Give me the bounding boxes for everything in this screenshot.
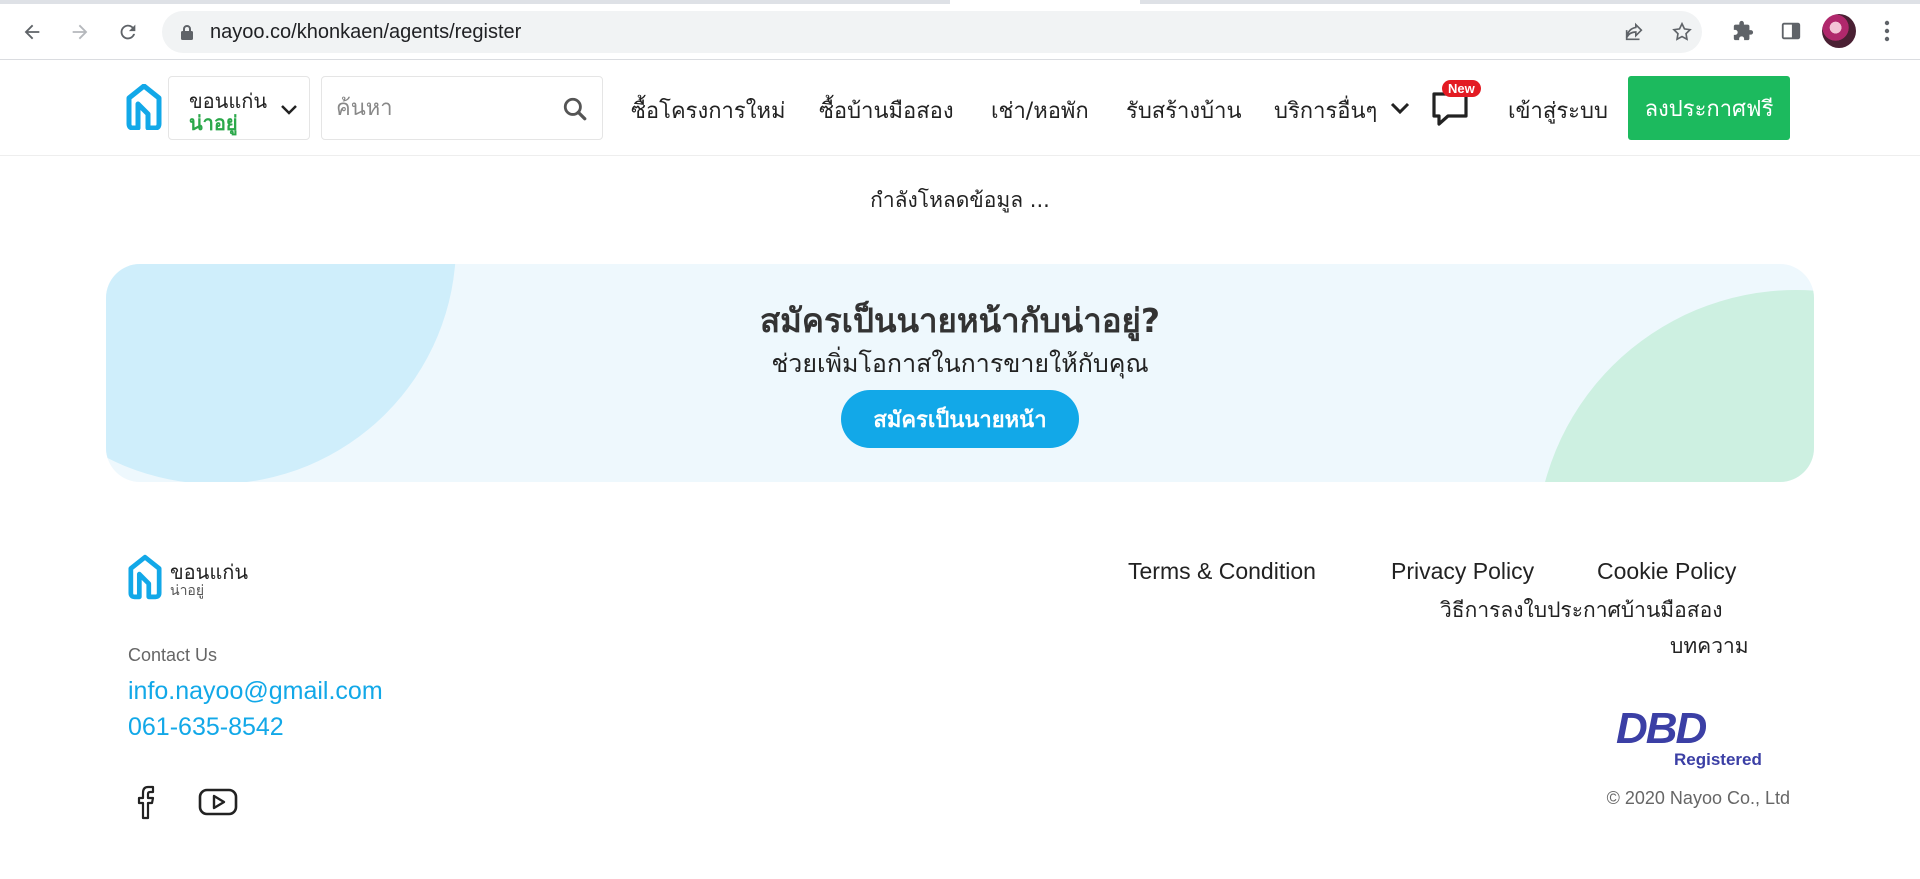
- search-icon[interactable]: [562, 96, 588, 122]
- reload-icon[interactable]: [110, 14, 146, 50]
- extensions-icon[interactable]: [1726, 14, 1760, 48]
- dbd-mark: DBD: [1616, 704, 1707, 753]
- nav-build-house[interactable]: รับสร้างบ้าน: [1126, 93, 1241, 128]
- banner-subtitle: ช่วยเพิ่มโอกาสในการขายให้กับคุณ: [771, 349, 1149, 378]
- nav-rent[interactable]: เช่า/หอพัก: [991, 93, 1089, 128]
- bookmark-star-icon[interactable]: [1664, 11, 1700, 53]
- articles-link[interactable]: บทความ: [1670, 630, 1749, 663]
- banner-title: สมัครเป็นนายหน้ากับน่าอยู่?: [759, 301, 1161, 340]
- active-tab-edge: [950, 0, 1140, 4]
- facebook-icon[interactable]: [127, 782, 167, 822]
- search-box: [321, 76, 603, 140]
- nav-other-services[interactable]: บริการอื่นๆ: [1274, 93, 1377, 128]
- youtube-icon[interactable]: [198, 782, 238, 822]
- address-bar[interactable]: nayoo.co/khonkaen/agents/register: [162, 11, 1702, 53]
- contact-phone-link[interactable]: 061-635-8542: [128, 713, 284, 742]
- copyright-text: © 2020 Nayoo Co., Ltd: [1606, 788, 1790, 808]
- chevron-down-icon: [281, 105, 297, 115]
- contact-label: Contact Us: [128, 645, 218, 665]
- search-input[interactable]: [336, 87, 546, 129]
- share-icon[interactable]: [1616, 11, 1652, 53]
- nav-second-hand[interactable]: ซื้อบ้านมือสอง: [819, 93, 954, 128]
- city-selector[interactable]: ขอนแก่น น่าอยู่: [168, 76, 310, 140]
- url-text: nayoo.co/khonkaen/agents/register: [210, 20, 522, 43]
- login-link[interactable]: เข้าสู่ระบบ: [1508, 93, 1608, 128]
- register-agent-button[interactable]: สมัครเป็นนายหน้า: [841, 390, 1079, 448]
- howto-post-link[interactable]: วิธีการลงใบประกาศบ้านมือสอง: [1440, 594, 1722, 627]
- site-header: ขอนแก่น น่าอยู่ ซื้อโครงการใหม่ ซื้อบ้าน…: [0, 60, 1920, 156]
- nayoo-logo-icon[interactable]: [126, 84, 162, 130]
- city-tagline: น่าอยู่: [189, 111, 238, 135]
- footer-brand-tagline: น่าอยู่: [170, 583, 205, 599]
- terms-link[interactable]: Terms & Condition: [1128, 558, 1316, 585]
- cookie-policy-link[interactable]: Cookie Policy: [1597, 558, 1736, 585]
- new-badge: New: [1442, 80, 1481, 97]
- profile-avatar[interactable]: [1822, 14, 1856, 48]
- privacy-policy-link[interactable]: Privacy Policy: [1391, 558, 1534, 585]
- contact-email-link[interactable]: info.nayoo@gmail.com: [128, 677, 383, 706]
- more-menu-icon[interactable]: [1870, 14, 1904, 48]
- side-panel-icon[interactable]: [1774, 14, 1808, 48]
- dbd-registered-text: Registered: [1674, 750, 1762, 769]
- lock-icon: [178, 23, 196, 41]
- agent-register-banner: สมัครเป็นนายหน้ากับน่าอยู่? ช่วยเพิ่มโอก…: [106, 264, 1814, 482]
- dbd-registered-badge[interactable]: DBD Registered: [1612, 704, 1792, 776]
- back-icon[interactable]: [14, 14, 50, 50]
- browser-toolbar: nayoo.co/khonkaen/agents/register: [0, 0, 1920, 60]
- footer-logo-icon[interactable]: [128, 554, 162, 600]
- loading-text: กำลังโหลดข้อมูล ...: [870, 188, 1050, 212]
- forward-icon[interactable]: [62, 14, 98, 50]
- nav-new-projects[interactable]: ซื้อโครงการใหม่: [631, 93, 785, 128]
- chevron-down-icon[interactable]: [1388, 96, 1412, 120]
- post-free-button[interactable]: ลงประกาศฟรี: [1628, 76, 1790, 140]
